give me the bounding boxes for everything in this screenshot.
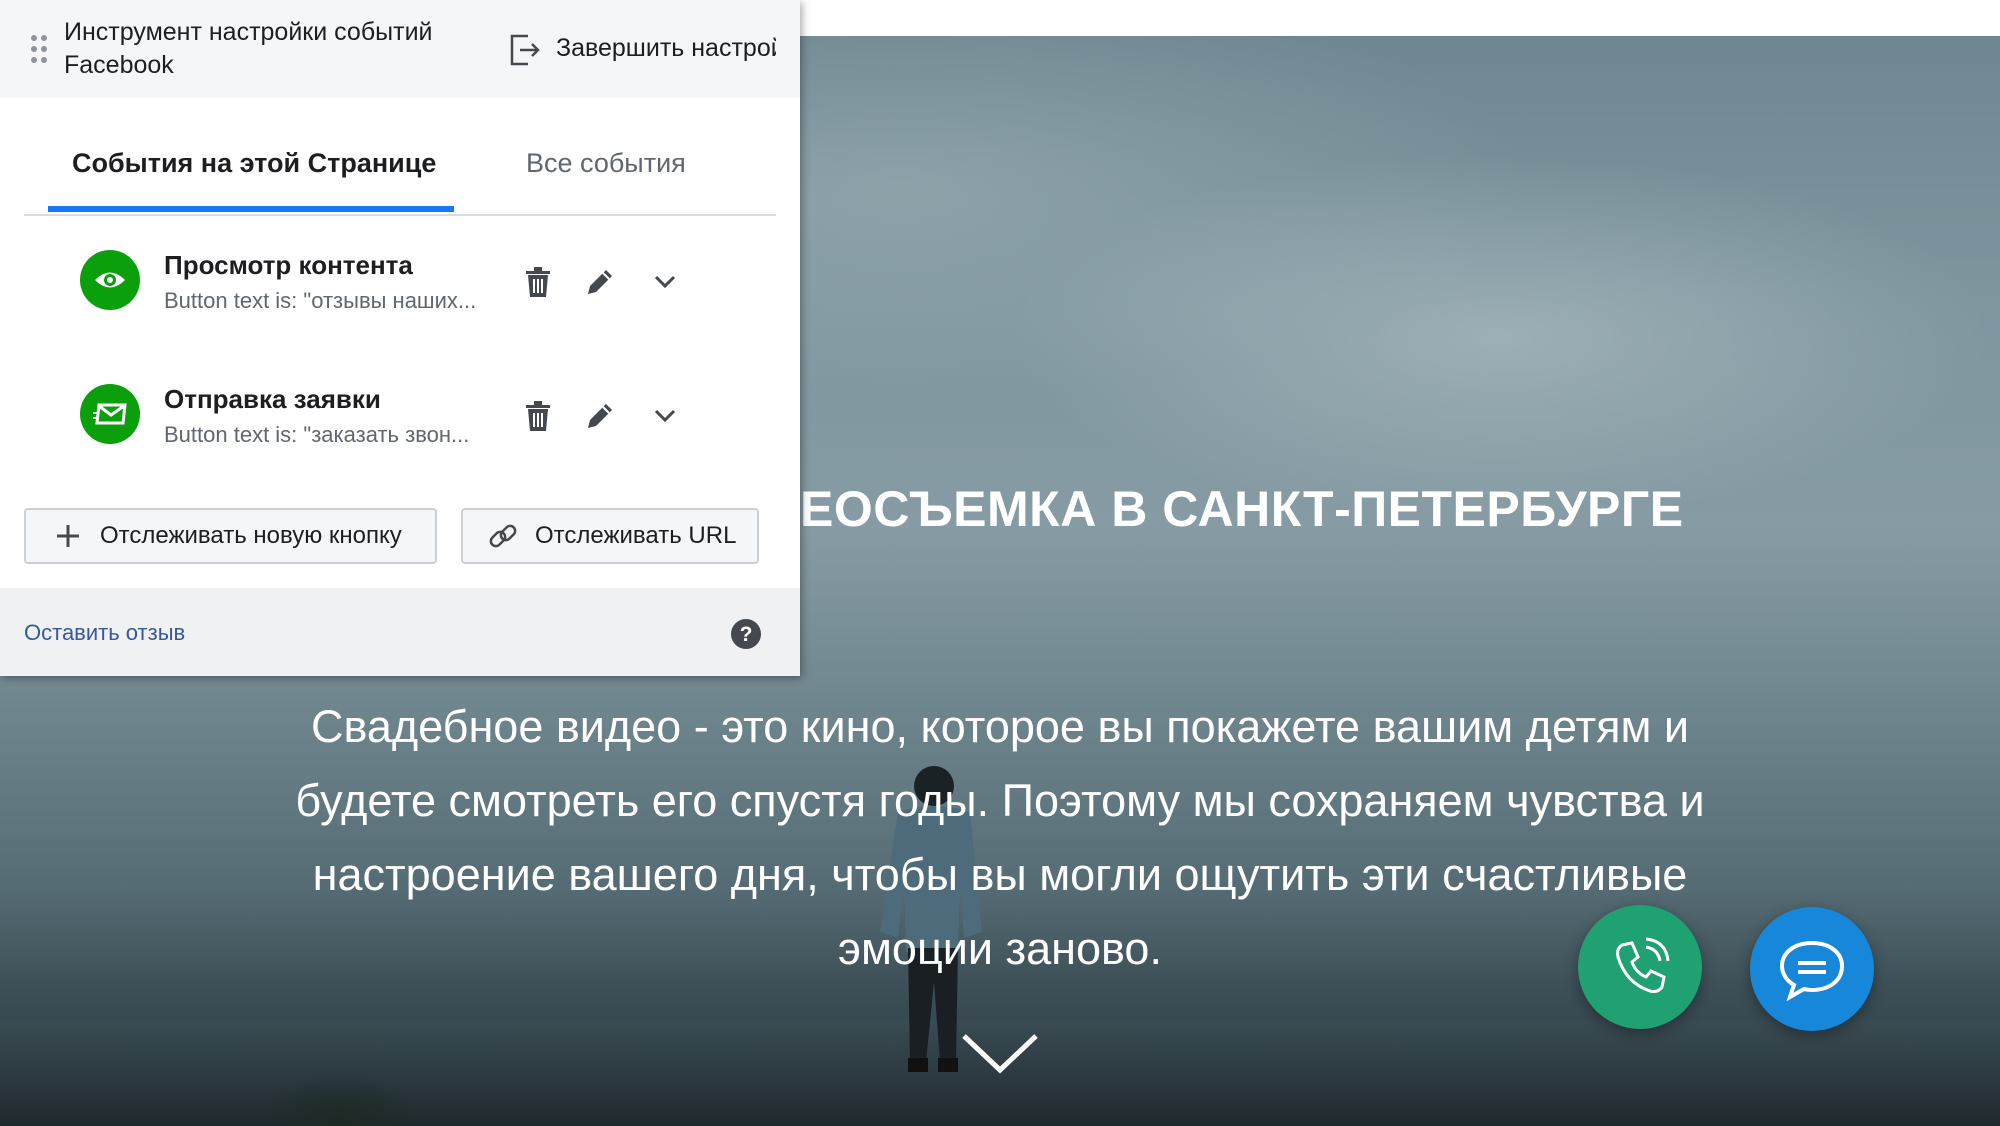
- help-icon[interactable]: ?: [730, 618, 762, 650]
- chat-bubble-icon: [1779, 940, 1845, 1001]
- event-row: Просмотр контента Button text is: "отзыв…: [0, 226, 800, 346]
- panel-header: Инструмент настройки событий Facebook За…: [0, 0, 800, 98]
- event-description: Button text is: "заказать звон...: [164, 422, 470, 447]
- drag-handle-icon[interactable]: [30, 34, 48, 64]
- envelope-icon: [80, 384, 140, 444]
- svg-text:?: ?: [740, 623, 753, 646]
- edit-event-button[interactable]: [580, 396, 620, 436]
- pencil-icon: [588, 270, 612, 294]
- panel-footer: Оставить отзыв ?: [0, 588, 800, 676]
- eye-icon: [80, 250, 140, 310]
- delete-event-button[interactable]: [518, 262, 558, 302]
- panel-title: Инструмент настройки событий Facebook: [64, 18, 433, 79]
- hero-subtitle: Свадебное видео - это кино, которое вы п…: [295, 701, 1705, 974]
- track-new-button-label: Отслеживать новую кнопку: [100, 522, 402, 549]
- grass-foreground: [230, 1040, 450, 1126]
- active-tab-indicator: [48, 206, 454, 212]
- phone-icon: [1616, 937, 1670, 993]
- chat-button[interactable]: [1750, 907, 1874, 1031]
- expand-event-button[interactable]: [645, 262, 685, 302]
- tab-all-events[interactable]: Все события: [526, 148, 686, 179]
- link-icon: [489, 524, 517, 548]
- event-setup-panel: Инструмент настройки событий Facebook За…: [0, 0, 800, 676]
- event-title: Просмотр контента: [164, 250, 413, 280]
- edit-event-button[interactable]: [580, 262, 620, 302]
- event-row: Отправка заявки Button text is: "заказат…: [0, 360, 800, 480]
- tab-divider: [24, 214, 776, 216]
- hero-title: ЕОСЪЕМКА В САНКТ-ПЕТЕРБУРГЕ: [800, 481, 1684, 537]
- chevron-down-icon: [654, 275, 676, 289]
- track-new-button[interactable]: Отслеживать новую кнопку: [24, 508, 437, 564]
- trash-icon: [526, 401, 550, 431]
- event-title: Отправка заявки: [164, 384, 381, 414]
- call-button[interactable]: [1578, 905, 1702, 1029]
- track-url-button-label: Отслеживать URL: [535, 522, 737, 549]
- finish-setup-button[interactable]: Завершить настрой: [556, 34, 776, 63]
- tab-events-on-page[interactable]: События на этой Странице: [72, 148, 436, 179]
- plus-icon: [57, 525, 79, 547]
- exit-icon[interactable]: [508, 32, 542, 68]
- trash-icon: [526, 267, 550, 297]
- pencil-icon: [588, 404, 612, 428]
- event-description: Button text is: "отзывы наших...: [164, 288, 477, 313]
- chevron-down-icon[interactable]: [960, 1030, 1040, 1076]
- expand-event-button[interactable]: [645, 396, 685, 436]
- leave-feedback-link[interactable]: Оставить отзыв: [24, 620, 185, 646]
- chevron-down-icon: [654, 409, 676, 423]
- delete-event-button[interactable]: [518, 396, 558, 436]
- track-url-button[interactable]: Отслеживать URL: [461, 508, 759, 564]
